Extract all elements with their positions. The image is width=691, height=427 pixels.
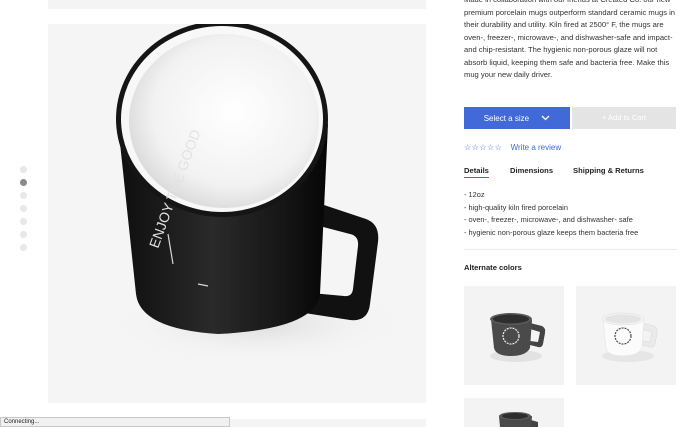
product-description: Made in collaboration with our friends a… (464, 0, 676, 79)
carousel-dot[interactable] (20, 231, 27, 238)
select-size-button[interactable]: Select a size (464, 107, 570, 129)
mug-thumbnail (601, 312, 658, 362)
alternate-colors-title: Alternate colors (464, 263, 522, 272)
alternate-color-swatch[interactable] (464, 286, 564, 385)
select-size-label: Select a size (483, 114, 530, 123)
star-rating-icon: ☆☆☆☆☆ (464, 143, 503, 152)
carousel-dot[interactable] (20, 244, 27, 251)
previous-product-image (48, 0, 426, 9)
purchase-actions: Select a size + Add to Cart (464, 107, 677, 129)
mug-thumbnail (499, 412, 538, 427)
alternate-color-swatch[interactable] (576, 286, 676, 385)
alternate-color-swatch[interactable] (464, 398, 564, 427)
tab-details[interactable]: Details (464, 166, 489, 178)
add-to-cart-button[interactable]: + Add to Cart (572, 107, 676, 129)
tab-dimensions[interactable]: Dimensions (510, 166, 553, 175)
carousel-dots (20, 166, 28, 257)
write-review-link[interactable]: Write a review (511, 143, 562, 152)
carousel-dot[interactable] (20, 218, 27, 225)
chevron-down-icon (541, 107, 550, 129)
list-item: - high-quality kiln fired porcelain (464, 202, 568, 212)
reviews-row: ☆☆☆☆☆ Write a review (464, 143, 561, 152)
browser-status-bar: Connecting... (0, 417, 230, 427)
list-item: - oven-, freezer-, microwave-, and dishw… (464, 215, 633, 224)
product-image: ENJOY THE GOOD (48, 24, 426, 403)
list-item: - hygienic non-porous glaze keeps them b… (464, 227, 639, 237)
divider (464, 249, 677, 250)
carousel-dot[interactable] (20, 166, 27, 173)
next-product-image (230, 419, 426, 427)
mug-thumbnail (490, 313, 546, 362)
list-item: - 12oz (464, 190, 485, 199)
mug-illustration: ENJOY THE GOOD (108, 24, 408, 364)
carousel-dot-active[interactable] (20, 179, 27, 186)
carousel-dot[interactable] (20, 205, 27, 212)
tab-shipping-returns[interactable]: Shipping & Returns (573, 166, 644, 175)
details-list: - 12oz - high-quality kiln fired porcela… (464, 189, 638, 239)
carousel-dot[interactable] (20, 192, 27, 199)
